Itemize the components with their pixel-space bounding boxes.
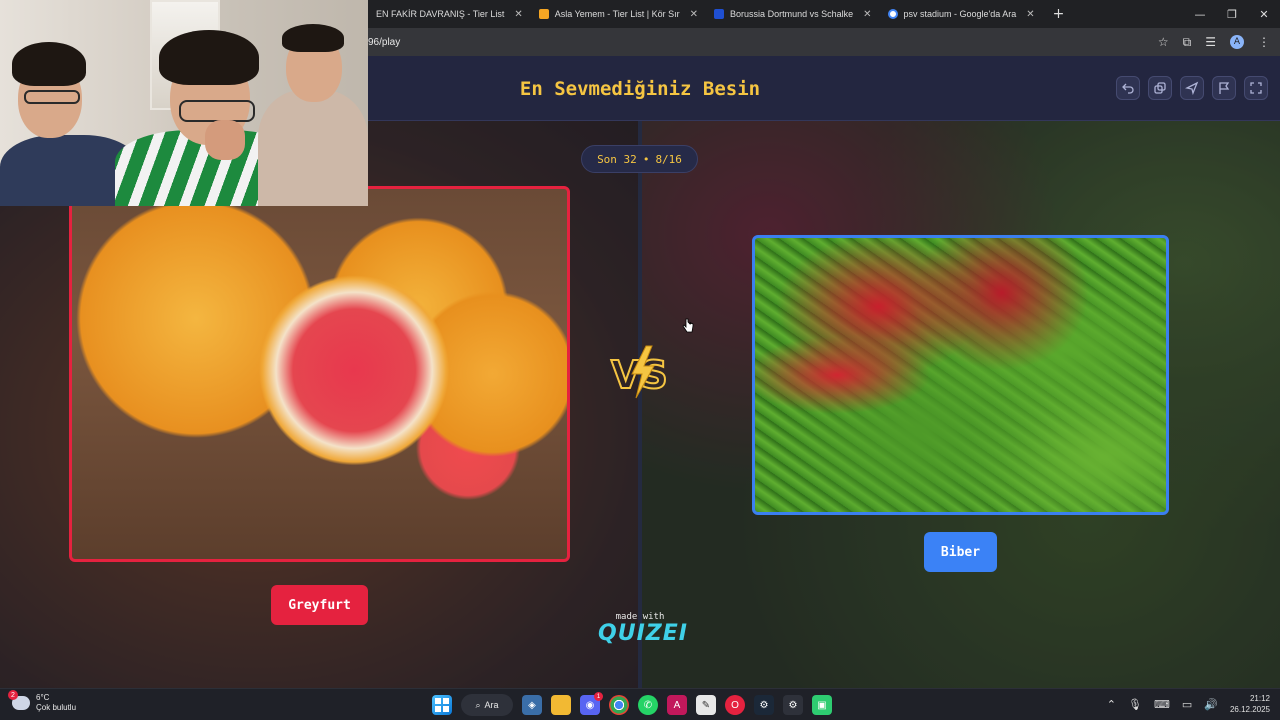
- round-separator: •: [642, 152, 650, 166]
- clock-date: 26.12.2025: [1229, 705, 1270, 714]
- tab-title: Asla Yemem - Tier List | Kör Sır: [554, 9, 680, 19]
- option-right-image-peppers[interactable]: [752, 235, 1169, 515]
- app-green-icon[interactable]: ▣: [812, 695, 832, 715]
- round-indicator: Son 32 • 8/16: [581, 145, 698, 173]
- hand-cursor-icon: [682, 318, 694, 333]
- search-icon: ⌕: [475, 699, 481, 710]
- opera-icon[interactable]: O: [725, 695, 745, 715]
- whatsapp-icon[interactable]: ✆: [638, 695, 658, 715]
- browser-tab-4[interactable]: psv stadium - Google'da Ara ✕: [880, 0, 1043, 28]
- taskbar-apps: ⌕ Ara ◈ ◉ 1 ✆ A ✎ O ⚙ ⚙ ▣: [432, 692, 832, 716]
- undo-button[interactable]: [1116, 76, 1140, 100]
- browser-tab-2[interactable]: Asla Yemem - Tier List | Kör Sır ✕: [531, 0, 706, 28]
- profile-avatar[interactable]: A: [1230, 35, 1244, 49]
- restore-icon[interactable]: ❐: [1216, 0, 1248, 28]
- option-right-button[interactable]: Biber: [924, 532, 997, 572]
- toolbar-icons: ☆ ⧉ ☰ A ⋮: [1158, 35, 1270, 50]
- flag-icon: [1219, 82, 1230, 94]
- taskbar-search[interactable]: ⌕ Ara: [461, 694, 513, 716]
- report-button[interactable]: [1212, 76, 1236, 100]
- search-label: Ara: [484, 700, 499, 710]
- new-tab-button[interactable]: +: [1053, 6, 1065, 22]
- option-left-image-grapefruit[interactable]: [69, 186, 570, 562]
- app-a-icon[interactable]: A: [667, 695, 687, 715]
- reading-list-icon[interactable]: ☰: [1205, 35, 1216, 49]
- center-divider: [638, 121, 642, 688]
- weather-badge: 2: [8, 690, 18, 700]
- google-icon: [887, 9, 898, 19]
- clock[interactable]: 21:12 26.12.2025: [1230, 693, 1270, 715]
- round-stage: Son 32: [597, 152, 637, 166]
- weather-temp: 6°C: [36, 693, 50, 702]
- tab-favicon-icon: [538, 9, 549, 19]
- bookmark-star-icon[interactable]: ☆: [1158, 35, 1169, 49]
- screen: EN FAKİR DAVRANIŞ - Tier List ✕ Asla Yem…: [0, 0, 1280, 720]
- tab-title: EN FAKİR DAVRANIŞ - Tier List: [376, 9, 505, 19]
- weather-condition: Çok bulutlu: [36, 703, 77, 712]
- app-shield-icon[interactable]: ◈: [522, 695, 542, 715]
- quizei-logo: QUIZEI: [598, 621, 688, 646]
- discord-badge: 1: [594, 692, 603, 701]
- settings-icon[interactable]: ⚙: [783, 695, 803, 715]
- keyboard-icon[interactable]: ⌨: [1154, 698, 1170, 711]
- streamer-right: [258, 20, 368, 206]
- steam-icon[interactable]: ⚙: [754, 695, 774, 715]
- window-controls: — ❐ ✕: [1184, 0, 1280, 28]
- tab-title: Borussia Dortmund vs Schalke: [730, 9, 854, 19]
- tab-favicon-icon: [714, 9, 725, 19]
- menu-kebab-icon[interactable]: ⋮: [1258, 35, 1270, 49]
- close-icon[interactable]: ✕: [863, 9, 871, 20]
- windows-start-icon[interactable]: [432, 695, 452, 715]
- send-icon: [1185, 81, 1199, 95]
- chrome-icon[interactable]: [609, 695, 629, 715]
- microphone-icon[interactable]: 🎙: [1128, 698, 1142, 711]
- fullscreen-button[interactable]: [1244, 76, 1268, 100]
- close-icon[interactable]: ✕: [514, 9, 522, 20]
- file-explorer-icon[interactable]: [551, 695, 571, 715]
- send-button[interactable]: [1180, 76, 1204, 100]
- browser-tab-1[interactable]: EN FAKİR DAVRANIŞ - Tier List ✕: [368, 0, 531, 28]
- share-button[interactable]: [1148, 76, 1172, 100]
- close-icon[interactable]: ✕: [690, 9, 698, 20]
- vs-lightning-icon: VS: [610, 345, 669, 399]
- extensions-icon[interactable]: ⧉: [1183, 35, 1192, 50]
- fullscreen-icon: [1250, 82, 1262, 94]
- option-left-button[interactable]: Greyfurt: [271, 585, 368, 625]
- browser-tab-3[interactable]: Borussia Dortmund vs Schalke ✕: [706, 0, 879, 28]
- header-actions: [1116, 76, 1268, 100]
- system-tray: ⌃ 🎙 ⌨ ▭ 🔊 21:12 26.12.2025: [1107, 693, 1270, 715]
- clock-time: 21:12: [1249, 694, 1270, 703]
- url-field[interactable]: 96/play: [368, 37, 400, 48]
- tray-overflow-icon[interactable]: ⌃: [1107, 698, 1116, 711]
- display-icon[interactable]: ▭: [1182, 698, 1192, 711]
- app-editor-icon[interactable]: ✎: [696, 695, 716, 715]
- made-with-quizei[interactable]: made with QUIZEI: [598, 612, 688, 646]
- windows-taskbar: 2 6°C Çok bulutlu ⌕ Ara ◈ ◉ 1 ✆ A ✎ O ⚙ …: [0, 688, 1280, 720]
- close-icon[interactable]: ✕: [1026, 9, 1034, 20]
- weather-widget[interactable]: 2 6°C Çok bulutlu: [8, 690, 77, 713]
- round-progress: 8/16: [655, 152, 682, 166]
- webcam-overlay: [0, 0, 368, 206]
- tab-title: psv stadium - Google'da Ara: [903, 9, 1017, 19]
- share-icon: [1154, 82, 1166, 94]
- volume-icon[interactable]: 🔊: [1204, 698, 1218, 711]
- undo-icon: [1122, 83, 1134, 94]
- discord-icon[interactable]: ◉ 1: [580, 692, 603, 715]
- minimize-icon[interactable]: —: [1184, 0, 1216, 28]
- cloud-icon: 2: [8, 690, 30, 710]
- window-close-icon[interactable]: ✕: [1248, 0, 1280, 28]
